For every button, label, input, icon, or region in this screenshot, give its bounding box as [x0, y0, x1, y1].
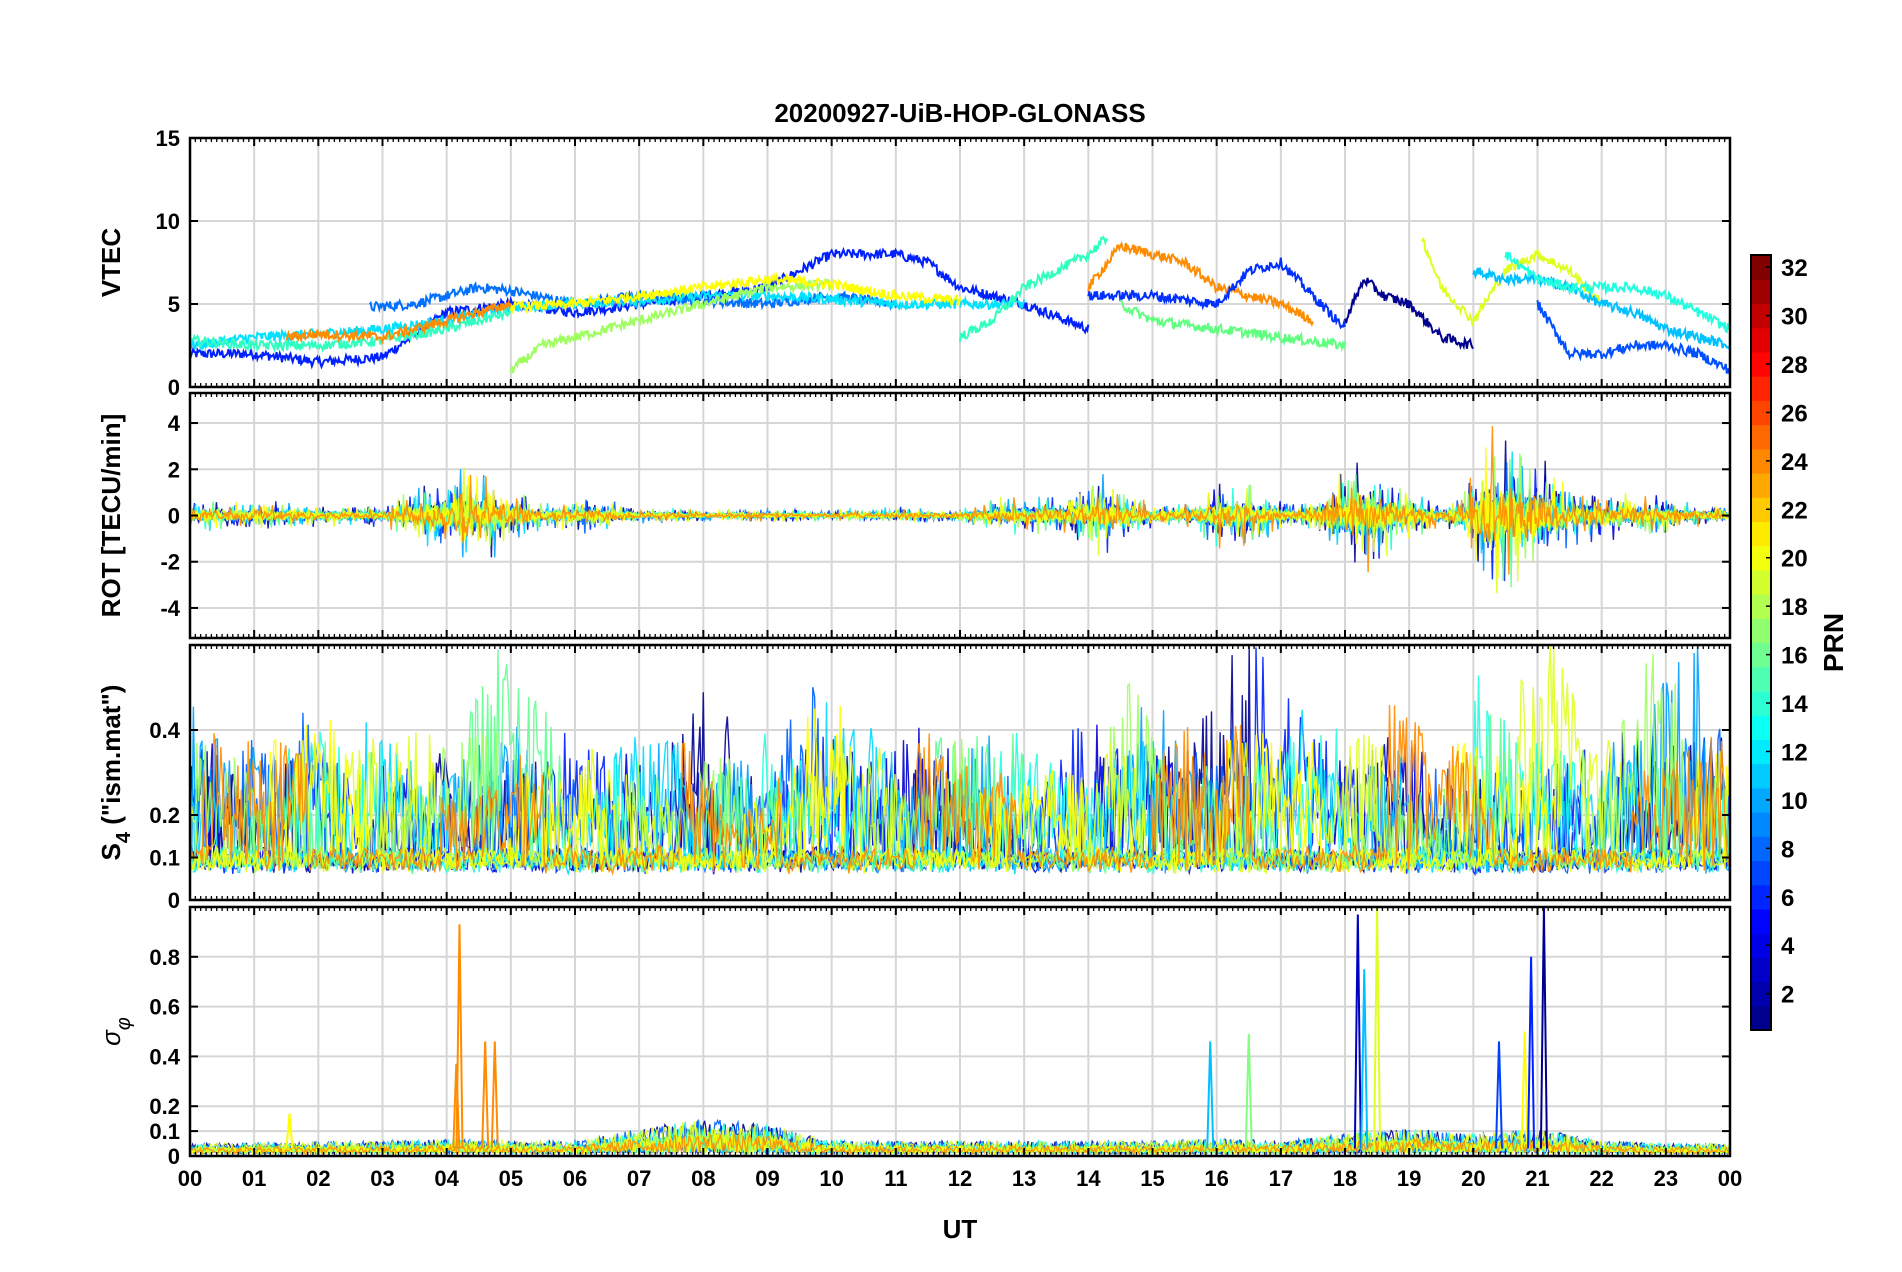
y-tick-label: 0.8 — [149, 945, 180, 970]
colorbar-segment — [1751, 715, 1771, 740]
colorbar-segment — [1751, 279, 1771, 305]
colorbar-segment — [1751, 957, 1771, 983]
x-tick-label: 07 — [627, 1166, 651, 1191]
y-tick-label: 0 — [168, 888, 180, 913]
colorbar-tick-label: 4 — [1781, 933, 1795, 960]
x-tick-label: 02 — [306, 1166, 330, 1191]
colorbar-segment — [1751, 521, 1771, 547]
y-axis-label: ROT [TECU/min] — [96, 414, 126, 618]
y-tick-label: 5 — [168, 292, 180, 317]
colorbar-tick-label: 30 — [1781, 304, 1808, 331]
colorbar: 2468101214161820222426283032PRN — [1750, 254, 1849, 1031]
colorbar-tick-label: 26 — [1781, 400, 1808, 427]
x-tick-label: 14 — [1076, 1166, 1101, 1191]
colorbar-segment — [1751, 908, 1771, 934]
x-tick-label: 19 — [1397, 1166, 1421, 1191]
x-tick-label: 09 — [755, 1166, 779, 1191]
panel-vtec: 0 5 10 15 VTEC — [96, 126, 1732, 400]
x-tick-label: 17 — [1269, 1166, 1293, 1191]
y-tick-label: 0.1 — [149, 1119, 180, 1144]
colorbar-tick-label: 10 — [1781, 788, 1808, 815]
x-tick-label: 11 — [884, 1166, 907, 1191]
x-tick-label: 08 — [691, 1166, 715, 1191]
panel-rot: -4 -2 0 2 4 ROT [TECU/min] — [96, 391, 1732, 640]
x-tick-label: 10 — [819, 1166, 843, 1191]
colorbar-segment — [1751, 812, 1771, 837]
colorbar-tick-label: 18 — [1781, 594, 1808, 621]
colorbar-tick-label: 2 — [1781, 982, 1794, 1009]
colorbar-tick-label: 22 — [1781, 497, 1808, 524]
y-tick-label: 0 — [168, 375, 180, 400]
y-tick-label: 0.2 — [149, 803, 180, 828]
colorbar-label: PRN — [1818, 613, 1849, 672]
colorbar-segment — [1751, 569, 1771, 595]
y-tick-label: 0.4 — [149, 1044, 180, 1069]
x-tick-label: 16 — [1204, 1166, 1228, 1191]
colorbar-tick-label: 8 — [1781, 836, 1794, 863]
colorbar-segment — [1751, 860, 1771, 886]
x-tick-label: 00 — [1718, 1166, 1742, 1191]
x-tick-label: 05 — [499, 1166, 523, 1191]
colorbar-tick-label: 28 — [1781, 352, 1808, 379]
y-tick-label: 0.2 — [149, 1094, 180, 1119]
y-tick-label: 10 — [156, 209, 180, 234]
y-tick-label: 0 — [168, 504, 180, 529]
colorbar-tick-label: 32 — [1781, 255, 1808, 282]
y-tick-label: -2 — [160, 550, 180, 575]
x-tick-label: 12 — [948, 1166, 972, 1191]
panel-sigma_phi: 00.10.20.40.60.8σφ00 01 02 03 04 05 06 07 08 09 10… — [96, 905, 1742, 1191]
y-axis-label: S4 ("ism.mat") — [96, 685, 135, 861]
y-tick-label: 0.4 — [149, 718, 180, 743]
y-tick-label: 0.1 — [149, 846, 180, 871]
x-tick-label: 18 — [1333, 1166, 1357, 1191]
colorbar-segment — [1751, 666, 1771, 692]
y-tick-label: 0.6 — [149, 995, 180, 1020]
x-tick-label: 13 — [1012, 1166, 1036, 1191]
colorbar-segment — [1751, 618, 1771, 644]
y-tick-label: -4 — [160, 596, 180, 621]
colorbar-segment — [1751, 327, 1771, 353]
y-axis-label: σφ — [96, 1017, 135, 1046]
x-axis-label: UT — [943, 1214, 978, 1244]
colorbar-tick-label: 12 — [1781, 739, 1808, 766]
colorbar-tick-label: 14 — [1781, 691, 1808, 718]
x-tick-label: 00 — [178, 1166, 202, 1191]
colorbar-segment — [1751, 763, 1771, 789]
x-tick-label: 04 — [434, 1166, 459, 1191]
x-tick-label: 23 — [1654, 1166, 1678, 1191]
x-tick-label: 01 — [242, 1166, 266, 1191]
colorbar-segment — [1751, 376, 1771, 401]
colorbar-tick-label: 24 — [1781, 449, 1808, 476]
x-tick-label: 15 — [1140, 1166, 1164, 1191]
x-tick-label: 20 — [1461, 1166, 1485, 1191]
y-tick-label: 4 — [168, 411, 181, 436]
panel-s4: 0 0.1 0.2 0.4 S4 ("ism.mat") — [96, 643, 1732, 913]
y-tick-label: 2 — [168, 457, 180, 482]
figure: 20200927-UiB-HOP-GLONASS 051015VTEC-4-20… — [96, 98, 1849, 1244]
panels: 051015VTEC-4-2024ROT [TECU/min]00.10.20.… — [96, 126, 1742, 1191]
x-tick-label: 03 — [370, 1166, 394, 1191]
x-tick-label: 22 — [1589, 1166, 1613, 1191]
colorbar-tick-label: 16 — [1781, 643, 1808, 670]
figure-title: 20200927-UiB-HOP-GLONASS — [774, 98, 1145, 128]
colorbar-tick-label: 6 — [1781, 885, 1794, 912]
colorbar-segment — [1751, 1005, 1771, 1031]
x-tick-label: 21 — [1525, 1166, 1549, 1191]
colorbar-tick-label: 20 — [1781, 546, 1808, 573]
y-axis-label: VTEC — [96, 228, 126, 298]
colorbar-segment — [1751, 424, 1771, 450]
x-tick-label: 06 — [563, 1166, 587, 1191]
y-tick-label: 15 — [156, 126, 180, 151]
colorbar-segment — [1751, 472, 1771, 498]
